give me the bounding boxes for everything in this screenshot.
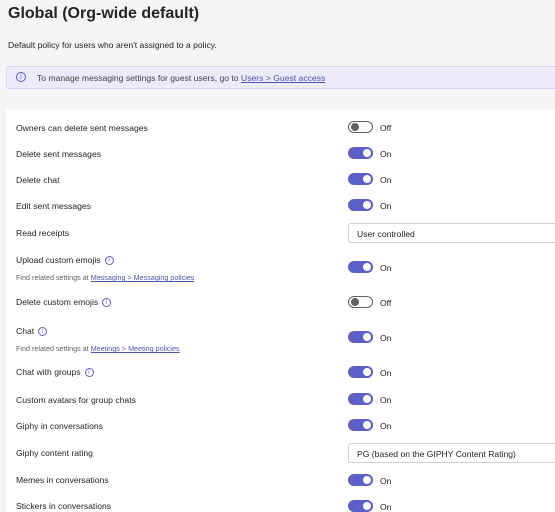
info-icon[interactable]: i [84, 368, 94, 377]
setting-label: Giphy in conversations [16, 421, 103, 431]
toggle-knob [363, 395, 371, 403]
info-icon[interactable]: i [38, 327, 48, 336]
giphy-rating-dropdown[interactable]: PG (based on the GIPHY Content Rating) [348, 443, 555, 463]
toggle-state: On [380, 395, 392, 405]
dropdown-value: PG (based on the GIPHY Content Rating) [357, 449, 516, 459]
toggle-knob [363, 333, 371, 341]
related-settings-text: Find related settings at Meetings > Meet… [16, 344, 180, 353]
toggle-state: Off [380, 123, 392, 133]
read-receipts-dropdown[interactable]: User controlled [348, 223, 555, 243]
setting-label: Delete chat [16, 175, 60, 185]
toggle-knob [363, 476, 371, 484]
setting-label: Upload custom emojis i [16, 255, 114, 265]
toggle-knob [363, 263, 371, 271]
guest-info-banner: i To manage messaging settings for guest… [6, 66, 555, 89]
dropdown-value: User controlled [357, 229, 415, 239]
toggle-state: On [380, 502, 392, 512]
stickers-toggle[interactable] [348, 500, 373, 512]
toggle-state: On [380, 333, 392, 343]
setting-label: Chat i [16, 326, 48, 336]
custom-avatars-toggle[interactable] [348, 393, 373, 405]
toggle-state: On [380, 149, 392, 159]
guest-access-link[interactable]: Users > Guest access [241, 73, 325, 83]
toggle-knob [363, 201, 371, 209]
toggle-knob [363, 149, 371, 157]
toggle-knob [363, 421, 371, 429]
setting-label: Memes in conversations [16, 475, 109, 485]
setting-label: Edit sent messages [16, 201, 91, 211]
setting-label: Chat with groups i [16, 367, 94, 377]
toggle-knob [363, 368, 371, 376]
delete-sent-toggle[interactable] [348, 147, 373, 159]
giphy-toggle[interactable] [348, 419, 373, 431]
toggle-state: On [380, 368, 392, 378]
settings-card: Owners can delete sent messages Off Dele… [6, 109, 555, 512]
memes-toggle[interactable] [348, 474, 373, 486]
toggle-knob [363, 502, 371, 510]
toggle-state: On [380, 175, 392, 185]
toggle-state: On [380, 421, 392, 431]
page-title: Global (Org-wide default) [8, 5, 200, 22]
page-subtitle: Default policy for users who aren't assi… [8, 40, 217, 50]
info-icon[interactable]: i [104, 256, 114, 265]
info-icon[interactable]: i [102, 298, 112, 307]
setting-label: Delete sent messages [16, 149, 102, 159]
setting-label: Stickers in conversations [16, 501, 112, 511]
toggle-knob [351, 123, 359, 131]
setting-label: Read receipts [16, 228, 70, 238]
edit-sent-toggle[interactable] [348, 199, 373, 211]
toggle-state: On [380, 263, 392, 273]
related-settings-text: Find related settings at Messaging > Mes… [16, 273, 195, 282]
setting-label: Giphy content rating [16, 448, 93, 458]
toggle-state: On [380, 476, 392, 486]
banner-text: To manage messaging settings for guest u… [37, 73, 326, 83]
toggle-state: Off [380, 298, 392, 308]
messaging-policies-link[interactable]: Messaging > Messaging policies [91, 273, 195, 282]
chat-groups-toggle[interactable] [348, 366, 373, 378]
delete-emojis-toggle[interactable] [348, 296, 373, 308]
setting-label: Delete custom emojis i [16, 297, 112, 307]
chat-toggle[interactable] [348, 331, 373, 343]
setting-label: Owners can delete sent messages [16, 123, 148, 133]
upload-emojis-toggle[interactable] [348, 261, 373, 273]
meeting-policies-link[interactable]: Meetings > Meeting policies [91, 344, 180, 353]
toggle-knob [363, 175, 371, 183]
toggle-state: On [380, 201, 392, 211]
toggle-knob [351, 298, 359, 306]
setting-label: Custom avatars for group chats [16, 395, 136, 405]
owners-delete-toggle[interactable] [348, 121, 373, 133]
delete-chat-toggle[interactable] [348, 173, 373, 185]
info-icon: i [16, 72, 26, 82]
